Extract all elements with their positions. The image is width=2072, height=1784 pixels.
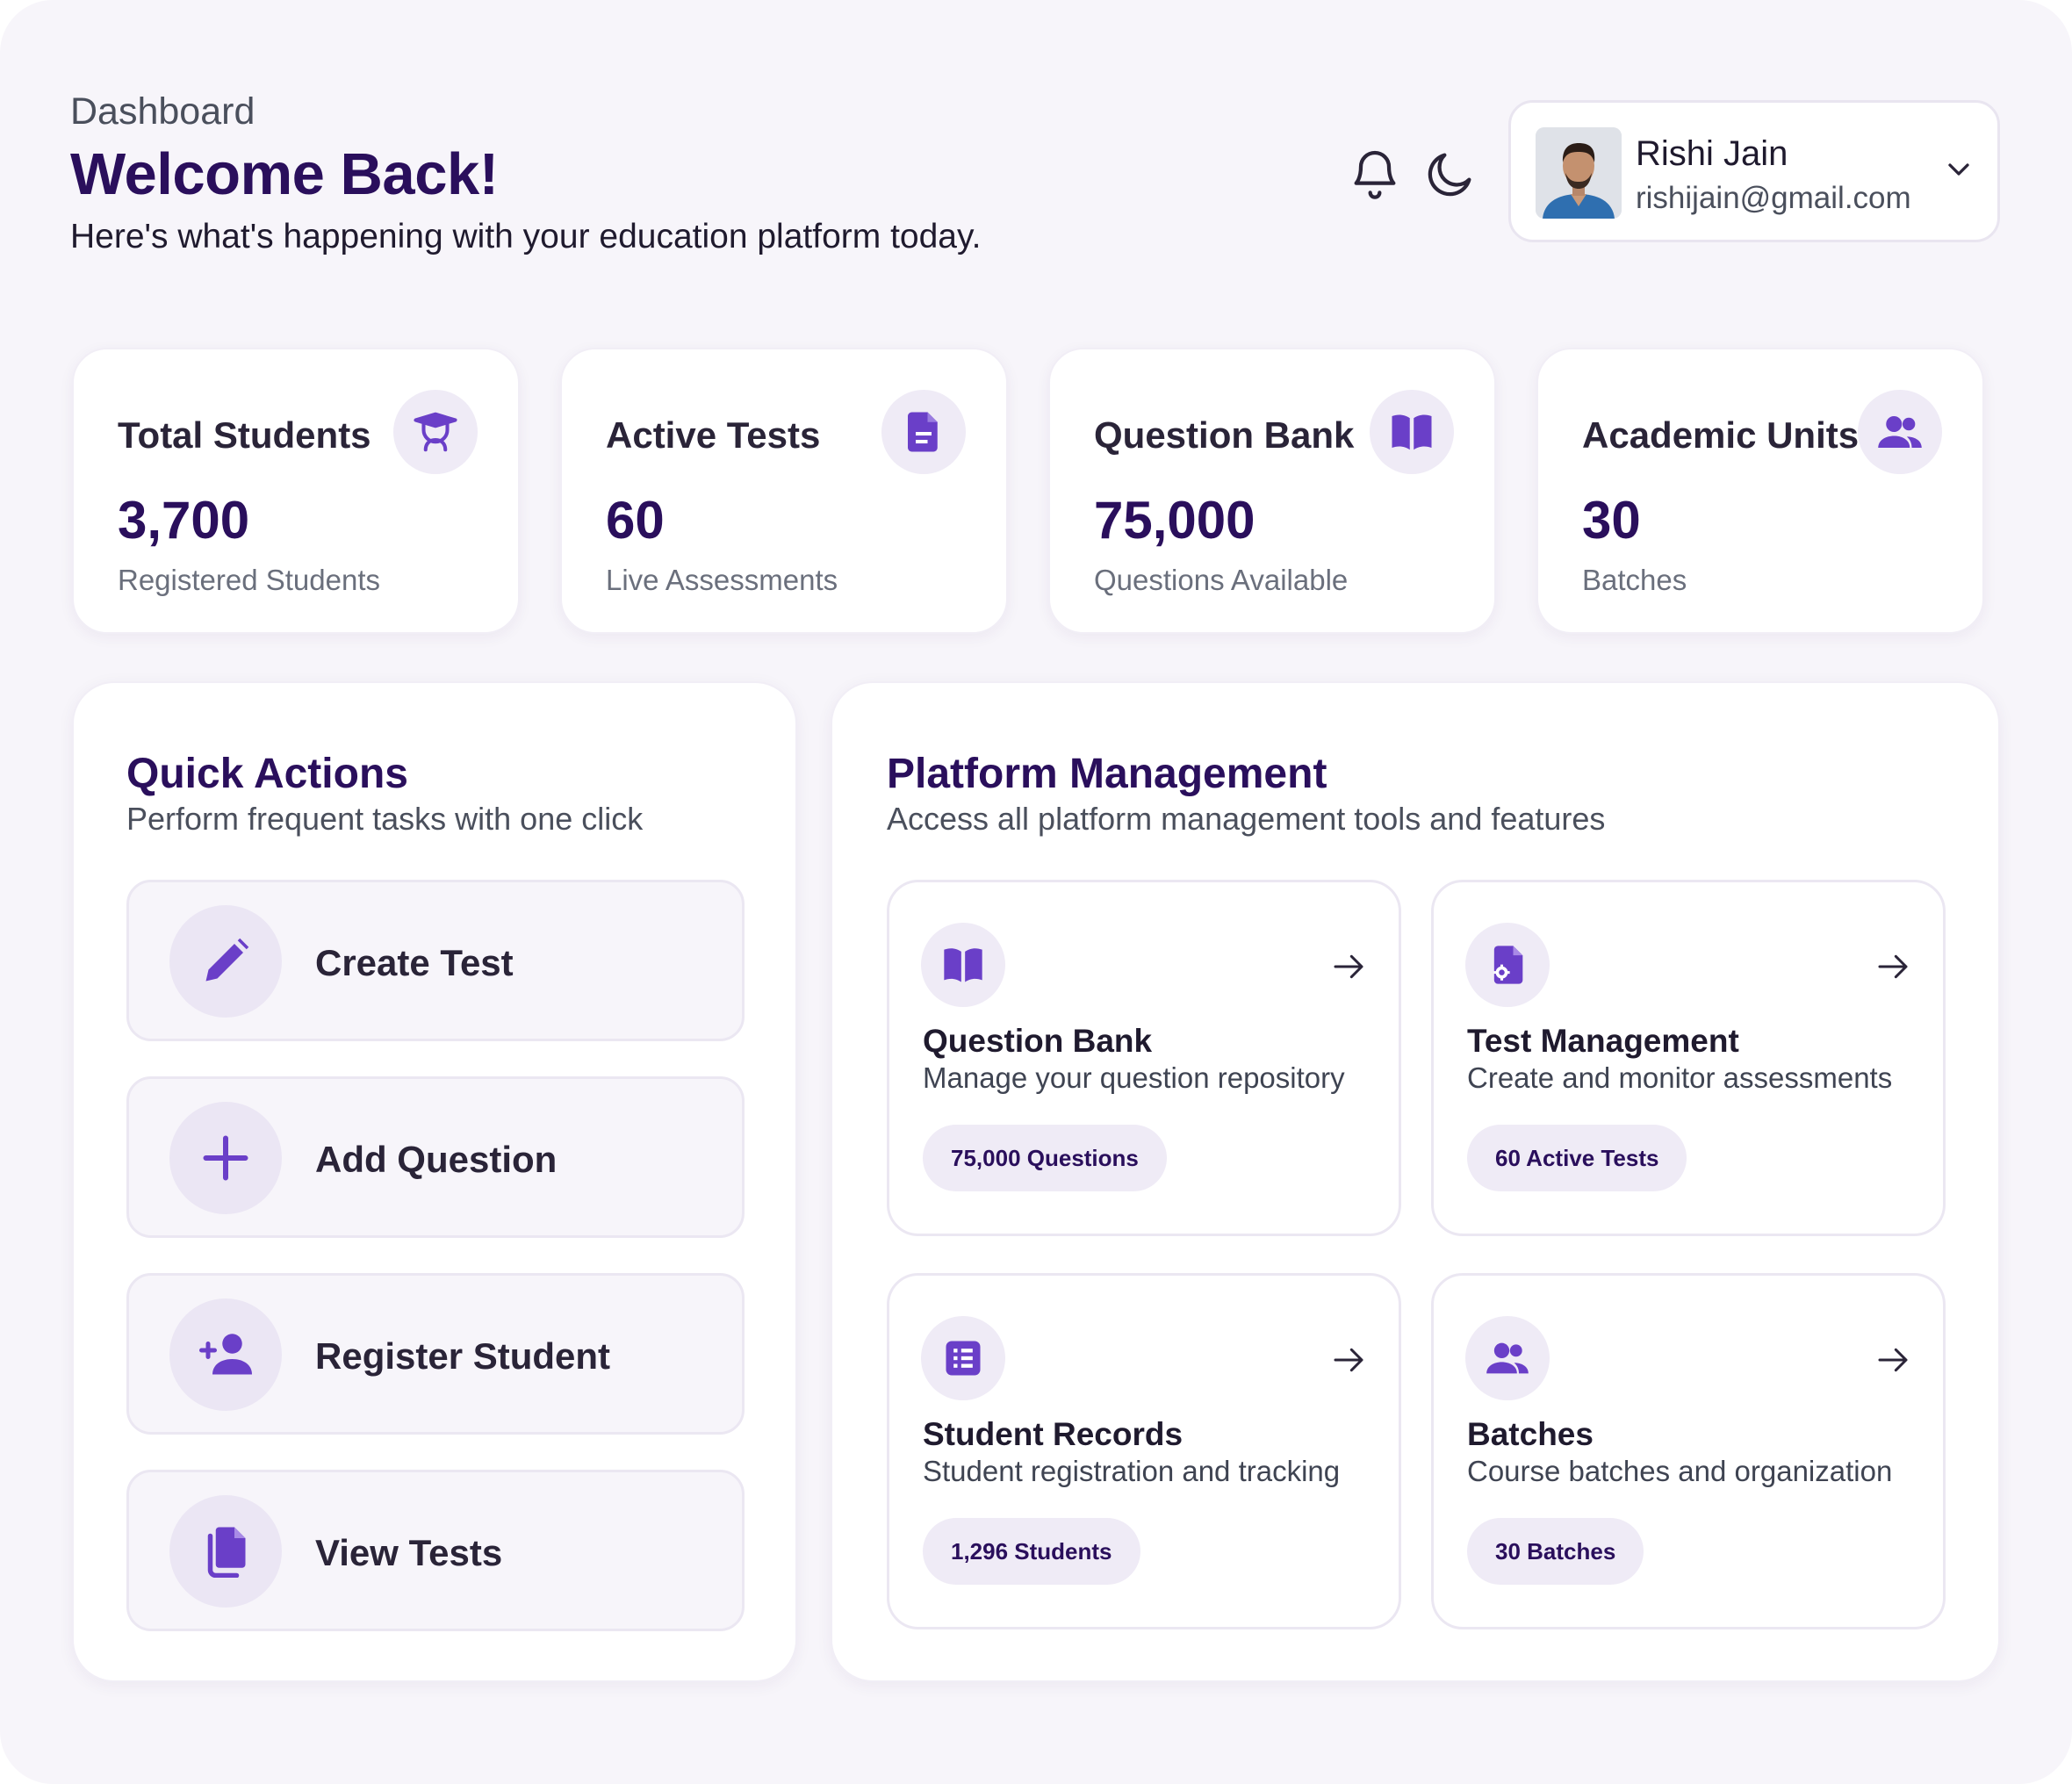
user-plus-icon <box>169 1298 282 1411</box>
batches-tile[interactable]: Batches Course batches and organization … <box>1431 1273 1946 1629</box>
tile-title: Question Bank <box>923 1023 1153 1059</box>
quick-actions-title: Quick Actions <box>126 751 408 797</box>
stat-value: 75,000 <box>1094 491 1255 550</box>
create-test-button[interactable]: Create Test <box>126 880 745 1041</box>
stat-value: 3,700 <box>118 491 250 550</box>
pencil-icon <box>169 905 282 1018</box>
book-icon <box>1370 390 1454 474</box>
test-management-tile[interactable]: Test Management Create and monitor asses… <box>1431 880 1946 1236</box>
platform-title: Platform Management <box>887 751 1327 797</box>
view-tests-button[interactable]: View Tests <box>126 1470 745 1631</box>
dashboard-frame: Dashboard Welcome Back! Here's what's ha… <box>0 0 2072 1784</box>
stat-subtitle: Batches <box>1582 564 1687 596</box>
users-icon <box>1465 1316 1550 1400</box>
count-badge: 60 Active Tests <box>1467 1125 1687 1191</box>
book-icon <box>921 923 1005 1007</box>
stat-title: Total Students <box>118 414 371 456</box>
arrow-right-icon[interactable] <box>1873 1342 1913 1378</box>
quick-actions-subtitle: Perform frequent tasks with one click <box>126 801 644 837</box>
users-icon <box>1858 390 1942 474</box>
copy-icon <box>169 1495 282 1608</box>
stat-value: 30 <box>1582 491 1641 550</box>
file-gear-icon <box>1465 923 1550 1007</box>
page-title: Welcome Back! <box>70 141 499 207</box>
stat-card-academic-units: Academic Units 30 Batches <box>1536 348 1984 634</box>
count-badge: 30 Batches <box>1467 1518 1644 1585</box>
stat-title: Question Bank <box>1094 414 1355 456</box>
arrow-right-icon[interactable] <box>1873 949 1913 984</box>
register-student-button[interactable]: Register Student <box>126 1273 745 1435</box>
page-subtitle: Here's what's happening with your educat… <box>70 218 982 255</box>
stat-card-question-bank: Question Bank 75,000 Questions Available <box>1048 348 1496 634</box>
stat-subtitle: Live Assessments <box>606 564 838 596</box>
graduate-icon <box>393 390 478 474</box>
tile-description: Student registration and tracking <box>923 1455 1341 1487</box>
stat-card-total-students: Total Students 3,700 Registered Students <box>72 348 520 634</box>
platform-subtitle: Access all platform management tools and… <box>887 801 1606 837</box>
moon-icon[interactable] <box>1422 146 1478 202</box>
quick-action-label: Create Test <box>315 942 514 983</box>
question-bank-tile[interactable]: Question Bank Manage your question repos… <box>887 880 1401 1236</box>
tile-description: Course batches and organization <box>1467 1455 1893 1487</box>
quick-action-label: Register Student <box>315 1335 611 1377</box>
stat-card-active-tests: Active Tests 60 Live Assessments <box>560 348 1008 634</box>
stat-value: 60 <box>606 491 665 550</box>
quick-actions-panel: Quick Actions Perform frequent tasks wit… <box>72 681 797 1682</box>
quick-action-label: View Tests <box>315 1532 503 1573</box>
chevron-down-icon[interactable] <box>1941 152 1976 187</box>
plus-icon <box>169 1102 282 1214</box>
stat-subtitle: Registered Students <box>118 564 381 596</box>
list-icon <box>921 1316 1005 1400</box>
avatar <box>1536 127 1622 219</box>
user-menu[interactable]: Rishi Jain rishijain@gmail.com <box>1508 100 2000 242</box>
add-question-button[interactable]: Add Question <box>126 1076 745 1238</box>
stat-subtitle: Questions Available <box>1094 564 1349 596</box>
quick-action-label: Add Question <box>315 1139 558 1180</box>
tile-title: Test Management <box>1467 1023 1739 1059</box>
tile-description: Manage your question repository <box>923 1061 1345 1094</box>
stat-title: Active Tests <box>606 414 821 456</box>
student-records-tile[interactable]: Student Records Student registration and… <box>887 1273 1401 1629</box>
tile-title: Student Records <box>923 1416 1183 1452</box>
user-email: rishijain@gmail.com <box>1636 181 1911 215</box>
tile-description: Create and monitor assessments <box>1467 1061 1893 1094</box>
breadcrumb: Dashboard <box>70 90 255 133</box>
tile-title: Batches <box>1467 1416 1594 1452</box>
count-badge: 1,296 Students <box>923 1518 1140 1585</box>
stat-title: Academic Units <box>1582 414 1860 456</box>
bell-icon[interactable] <box>1347 146 1403 202</box>
platform-management-panel: Platform Management Access all platform … <box>831 681 2000 1682</box>
user-name: Rishi Jain <box>1636 134 1788 173</box>
arrow-right-icon[interactable] <box>1328 949 1369 984</box>
document-icon <box>881 390 966 474</box>
arrow-right-icon[interactable] <box>1328 1342 1369 1378</box>
count-badge: 75,000 Questions <box>923 1125 1167 1191</box>
